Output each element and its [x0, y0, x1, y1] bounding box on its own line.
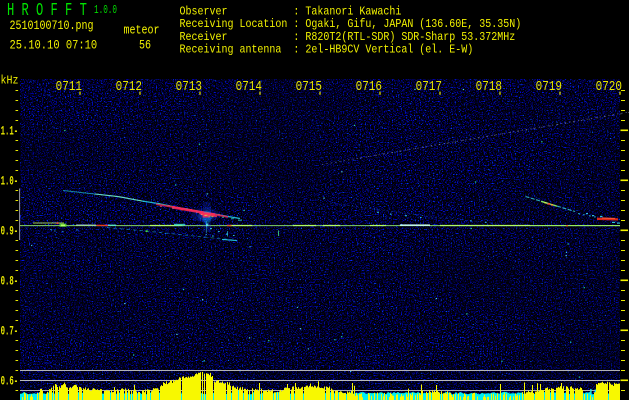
svg-text:1.0.0: 1.0.0 — [94, 5, 117, 18]
svg-text:0716: 0716 — [356, 79, 382, 94]
svg-text:0.9-: 0.9- — [1, 225, 19, 240]
svg-text:0714: 0714 — [236, 79, 262, 94]
svg-text:25.10.10 07:10: 25.10.10 07:10 — [10, 39, 98, 53]
svg-text:0.6-: 0.6- — [1, 375, 19, 390]
svg-text:Receiving antenna : 2el-HB9CV: Receiving antenna : 2el-HB9CV Vertical (… — [180, 44, 474, 57]
svg-text:1.1-: 1.1- — [1, 125, 19, 140]
svg-text:0720: 0720 — [596, 79, 622, 94]
svg-text:Receiver : R820T2(RT: Receiver : R820T2(RTL-SDR) SDR-Sharp 53.… — [180, 31, 516, 44]
svg-text:kHz: kHz — [1, 75, 19, 88]
svg-text:0717: 0717 — [416, 79, 442, 94]
svg-text:2510100710.png: 2510100710.png — [10, 19, 94, 33]
svg-text:Receiving Location : Ogaki, Gi: Receiving Location : Ogaki, Gifu, JAPAN … — [180, 19, 522, 32]
svg-text:0719: 0719 — [536, 79, 562, 94]
svg-text:0.8-: 0.8- — [1, 275, 19, 290]
svg-text:0713: 0713 — [176, 79, 202, 94]
svg-text:0.7-: 0.7- — [1, 325, 19, 340]
svg-text:0718: 0718 — [476, 79, 502, 94]
svg-text:56: 56 — [139, 39, 151, 53]
svg-text:1.0-: 1.0- — [1, 175, 19, 190]
svg-text:0711: 0711 — [56, 79, 82, 94]
svg-text:meteor: meteor — [124, 23, 160, 37]
svg-text:0712: 0712 — [116, 79, 142, 94]
svg-text:Observer : Takanori: Observer : Takanori Kawachi — [180, 6, 402, 19]
svg-text:H R O F F T: H R O F F T — [7, 0, 87, 21]
svg-text:0715: 0715 — [296, 79, 322, 94]
